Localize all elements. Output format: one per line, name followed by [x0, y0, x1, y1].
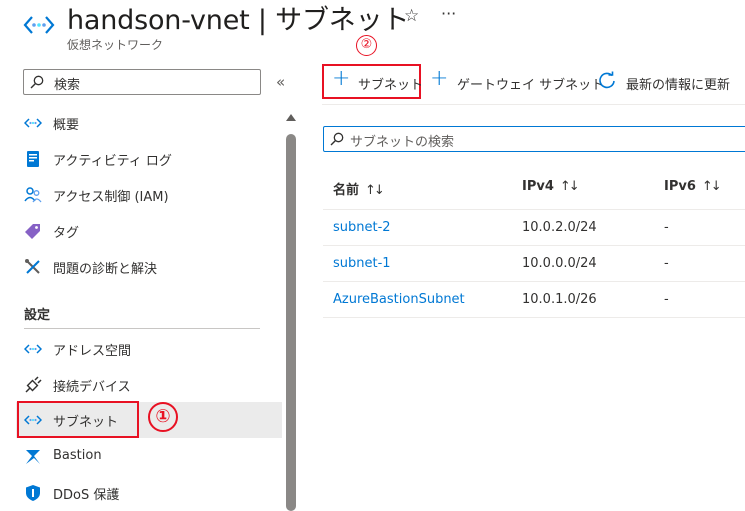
scroll-thumb[interactable]	[286, 134, 296, 511]
subnet-search-input[interactable]: サブネットの検索	[323, 126, 745, 152]
vnet-icon	[24, 344, 42, 354]
header-divider	[323, 209, 745, 210]
column-header-name[interactable]: 名前 ↑↓	[333, 179, 385, 198]
page-title: handson-vnet | サブネット	[67, 5, 410, 36]
search-icon	[30, 75, 44, 89]
activity-log-icon	[27, 151, 39, 167]
sidebar-item-bastion[interactable]: Bastion	[20, 439, 282, 475]
annotation-marker-1: ①	[148, 402, 178, 432]
row-divider	[323, 281, 745, 282]
sidebar-item-label: 問題の診断と解決	[53, 262, 158, 277]
sidebar-item-label: アクティビティ ログ	[53, 154, 172, 169]
row-divider	[323, 317, 745, 318]
search-icon	[330, 132, 344, 146]
sidebar-scrollbar[interactable]	[285, 110, 297, 511]
sidebar-item-ddos[interactable]: DDoS 保護	[20, 475, 282, 511]
add-subnet-label: サブネット	[358, 78, 424, 93]
refresh-icon	[599, 71, 615, 89]
sort-icon[interactable]: ↑↓	[702, 179, 722, 194]
sidebar-item-label: タグ	[53, 226, 80, 241]
column-header-label: IPv6	[664, 179, 696, 194]
sidebar-item-iam[interactable]: アクセス制御 (IAM)	[20, 177, 282, 213]
vnet-icon	[24, 118, 42, 128]
settings-section-title: 設定	[24, 308, 51, 323]
sort-icon[interactable]: ↑↓	[560, 179, 580, 194]
vnet-icon	[23, 16, 55, 34]
sidebar-item-diagnose[interactable]: 問題の診断と解決	[20, 249, 282, 285]
column-header-label: IPv4	[522, 179, 554, 194]
sidebar-item-label: アクセス制御 (IAM)	[53, 190, 169, 205]
collapse-sidebar-icon[interactable]: «	[276, 73, 285, 91]
section-divider	[24, 328, 260, 329]
refresh-label: 最新の情報に更新	[626, 78, 731, 93]
subnet-search-placeholder: サブネットの検索	[350, 135, 455, 150]
page-subtitle: 仮想ネットワーク	[67, 38, 164, 52]
refresh-button[interactable]: 最新の情報に更新	[597, 70, 737, 94]
sidebar-search-input[interactable]: 検索	[23, 69, 261, 95]
subnet-name-link[interactable]: subnet-2	[333, 220, 391, 235]
ipv4-cell: 10.0.2.0/24	[522, 220, 597, 235]
shield-icon	[26, 485, 40, 501]
annotation-marker-2: ②	[356, 35, 377, 56]
sidebar-item-label: DDoS 保護	[53, 488, 120, 503]
iam-icon	[24, 187, 42, 203]
add-gateway-subnet-button[interactable]: + ゲートウェイ サブネット	[430, 66, 604, 94]
sidebar-item-address-space[interactable]: アドレス空間	[20, 331, 282, 367]
sort-icon[interactable]: ↑↓	[365, 183, 385, 198]
annotation-highlight-subnets	[17, 401, 139, 438]
subnet-name-link[interactable]: AzureBastionSubnet	[333, 292, 465, 307]
more-options-icon[interactable]: ···	[441, 4, 456, 23]
tag-icon	[25, 224, 40, 239]
sidebar-item-connected-devices[interactable]: 接続デバイス	[20, 367, 282, 403]
plus-icon: +	[332, 66, 351, 91]
column-header-ipv6[interactable]: IPv6 ↑↓	[664, 179, 722, 194]
add-subnet-button[interactable]: + サブネット	[332, 66, 423, 94]
ipv6-cell: -	[664, 256, 669, 271]
tools-icon	[25, 259, 40, 274]
sidebar-item-activity-log[interactable]: アクティビティ ログ	[20, 141, 282, 177]
sidebar-search-placeholder: 検索	[54, 78, 81, 93]
ipv6-cell: -	[664, 292, 669, 307]
sidebar-item-tags[interactable]: タグ	[20, 213, 282, 249]
sidebar-item-label: アドレス空間	[53, 344, 132, 359]
column-header-label: 名前	[333, 183, 360, 198]
scroll-up-icon[interactable]	[286, 114, 296, 121]
ipv4-cell: 10.0.0.0/24	[522, 256, 597, 271]
favorite-star-icon[interactable]: ☆	[404, 6, 419, 26]
row-divider	[323, 245, 745, 246]
column-header-ipv4[interactable]: IPv4 ↑↓	[522, 179, 580, 194]
gateway-subnet-label: ゲートウェイ サブネット	[457, 78, 605, 93]
sidebar-item-label: Bastion	[53, 448, 102, 463]
ipv6-cell: -	[664, 220, 669, 235]
subnet-name-link[interactable]: subnet-1	[333, 256, 391, 271]
plug-icon	[25, 376, 42, 393]
plus-icon: +	[430, 66, 449, 91]
sidebar-item-label: 概要	[53, 118, 80, 133]
toolbar-divider	[322, 104, 745, 105]
ipv4-cell: 10.0.1.0/26	[522, 292, 597, 307]
sidebar-item-label: 接続デバイス	[53, 380, 131, 395]
bastion-icon	[26, 450, 40, 464]
sidebar-item-overview[interactable]: 概要	[20, 105, 282, 141]
